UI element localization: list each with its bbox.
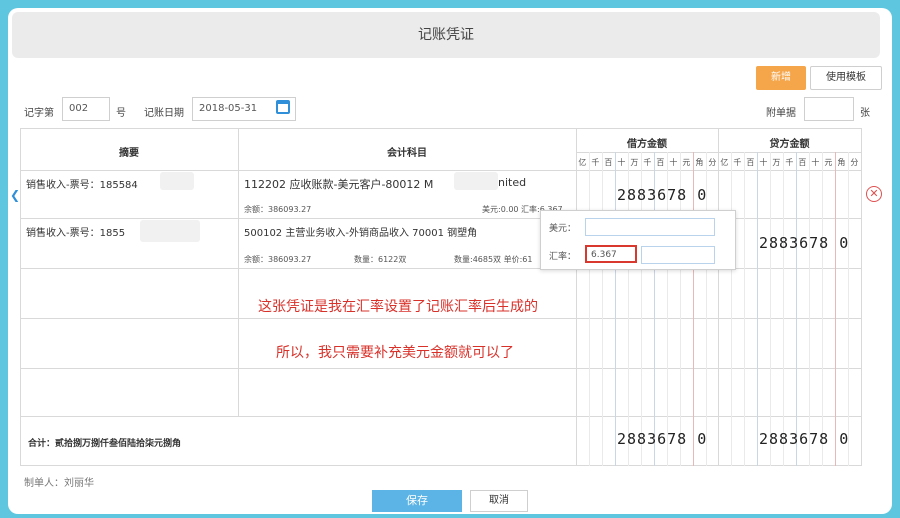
credit-digit-header: 分 <box>850 158 859 167</box>
row-credit-amount[interactable]: 2883678 0 <box>759 234 849 252</box>
total-credit-amount: 2883678 0 <box>759 430 850 448</box>
voucher-number-input[interactable]: 002 <box>62 97 110 121</box>
credit-column-header: 贷方金额 <box>769 139 810 150</box>
window-title: 记账凭证 <box>12 12 880 58</box>
credit-digit-header: 角 <box>837 158 846 167</box>
debit-digit-header: 分 <box>708 158 717 167</box>
row-balance: 余额：386093.27 <box>244 205 312 214</box>
exchange-rate-input[interactable]: 6.367 <box>585 245 637 263</box>
row-summary[interactable]: 销售收入-票号：185584 <box>26 176 138 191</box>
debit-digit-header: 万 <box>630 158 639 167</box>
new-button[interactable]: 新增 <box>756 66 806 90</box>
row-summary[interactable]: 销售收入-票号：1855 <box>26 224 125 239</box>
debit-digit-header: 千 <box>643 158 652 167</box>
total-label: 合计：贰拾捌万捌仟叁佰陆拾柒元捌角 <box>28 439 182 449</box>
credit-digit-header: 元 <box>824 158 833 167</box>
row-debit-amount[interactable]: 2883678 0 <box>617 186 707 204</box>
annotation-line-2: 所以，我只需要补充美元金额就可以了 <box>276 345 514 361</box>
total-debit-amount: 2883678 0 <box>617 430 708 448</box>
row-balance: 余额：386093.27 <box>244 255 312 264</box>
debit-digit-header: 元 <box>682 158 691 167</box>
row-quantity: 数量：6122双 <box>354 255 407 264</box>
use-template-button[interactable]: 使用模板 <box>810 66 882 90</box>
credit-digit-header: 十 <box>811 158 820 167</box>
credit-digit-header: 千 <box>785 158 794 167</box>
voucher-number-suffix: 号 <box>116 108 126 119</box>
save-button[interactable]: 保存 <box>372 490 462 512</box>
annotation-line-1: 这张凭证是我在汇率设置了记账汇率后生成的 <box>258 299 538 315</box>
credit-digit-header: 十 <box>759 158 768 167</box>
attachments-suffix: 张 <box>860 108 870 119</box>
row-quantity-price: 数量:4685双 单价:61 <box>454 255 533 264</box>
usd-label: 美元： <box>549 224 577 234</box>
calendar-icon[interactable] <box>276 100 290 114</box>
rate-label: 汇率： <box>549 252 577 262</box>
currency-popup: 美元： 汇率： 6.367 <box>540 210 736 270</box>
credit-digit-header: 亿 <box>720 158 729 167</box>
usd-amount-input[interactable] <box>585 218 715 236</box>
debit-digit-header: 十 <box>617 158 626 167</box>
preparer-label: 制单人： <box>24 478 64 489</box>
account-column-header: 会计科目 <box>387 148 427 159</box>
debit-digit-header: 角 <box>695 158 704 167</box>
credit-digit-header: 万 <box>772 158 781 167</box>
debit-digit-header: 千 <box>591 158 600 167</box>
attachments-input[interactable] <box>804 97 854 121</box>
blurred-region <box>454 172 498 190</box>
preparer-value: 刘丽华 <box>64 478 94 489</box>
summary-column-header: 摘要 <box>119 148 139 159</box>
debit-digit-header: 亿 <box>578 158 587 167</box>
chevron-left-icon[interactable]: ❮ <box>10 188 20 202</box>
voucher-word-label: 记字第 <box>24 108 54 119</box>
row-account-tail: nited <box>498 176 527 189</box>
blurred-region <box>140 220 200 242</box>
row-account[interactable]: 500102 主营业务收入-外销商品收入 70001 钢塑角 <box>244 224 477 239</box>
rate-extra-field <box>641 246 715 264</box>
debit-digit-header: 十 <box>669 158 678 167</box>
attachments-label: 附单据 <box>766 108 796 119</box>
credit-digit-header: 百 <box>746 158 755 167</box>
credit-digit-header: 千 <box>733 158 742 167</box>
credit-digit-header: 百 <box>798 158 807 167</box>
cancel-button[interactable]: 取消 <box>470 490 528 512</box>
debit-digit-header: 百 <box>604 158 613 167</box>
debit-column-header: 借方金额 <box>627 139 667 150</box>
blurred-region <box>160 172 194 190</box>
row-account[interactable]: 112202 应收账款-美元客户-80012 M <box>244 176 433 192</box>
date-label: 记账日期 <box>144 108 184 119</box>
debit-digit-header: 百 <box>656 158 665 167</box>
remove-row-icon[interactable]: ✕ <box>866 186 882 202</box>
